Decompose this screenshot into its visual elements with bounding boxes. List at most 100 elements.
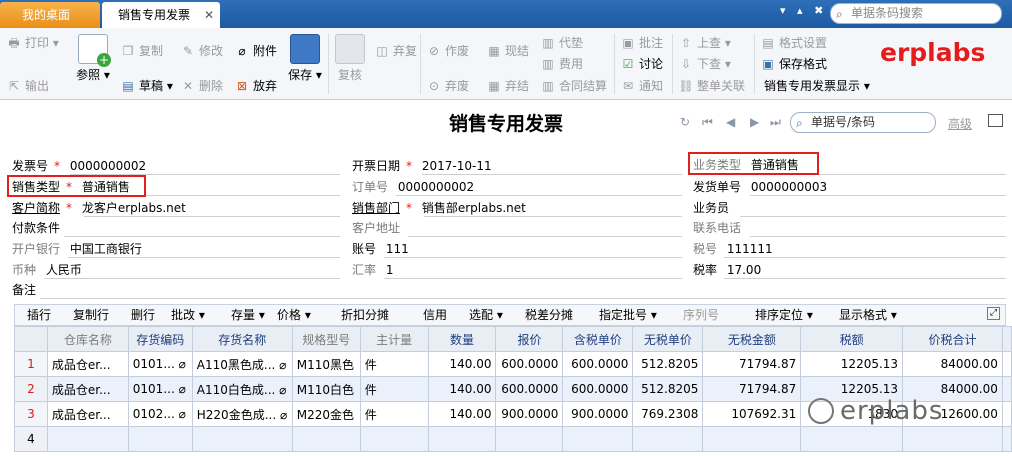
column-header[interactable]: 规格型号 — [291, 326, 361, 352]
customer-address-field[interactable]: 客户地址 — [352, 218, 410, 238]
cell-empty[interactable] — [427, 426, 497, 452]
tax-diff-allocate-button[interactable]: 税差分摊 — [525, 305, 573, 325]
table-row[interactable]: 1 成品仓er... 0101... ⌀ A110黑色成... ⌀ M110黑色… — [14, 351, 1012, 377]
cell-unit[interactable]: 件 — [359, 401, 429, 427]
cell-quantity[interactable]: 140.00 — [427, 401, 497, 427]
document-search-input[interactable]: ⌕ 单据号/条码 — [790, 112, 936, 133]
minimize-icon[interactable]: ▴ — [797, 4, 803, 17]
remark-field[interactable]: 备注 — [12, 280, 46, 300]
cell-tax-price[interactable]: 900.0000 — [562, 401, 634, 427]
cell-tax-price[interactable]: 600.0000 — [562, 351, 634, 377]
annotate-button[interactable]: ▣ 批注 — [620, 33, 663, 53]
query-down-button[interactable]: ⇩ 下查 ▾ — [678, 54, 731, 74]
close-icon[interactable]: ✕ — [204, 2, 214, 28]
cell-quote[interactable]: 600.0000 — [495, 351, 564, 377]
cell-empty[interactable] — [495, 426, 564, 452]
payment-terms-field[interactable]: 付款条件 — [12, 218, 70, 238]
paperclip-icon[interactable]: ⌀ — [179, 357, 186, 371]
barcode-search-input[interactable]: ⌕ 单据条码搜索 — [830, 3, 1002, 24]
cell-warehouse[interactable]: 成品仓er... — [46, 376, 129, 402]
close-window-icon[interactable]: ✖ — [814, 4, 823, 17]
paperclip-icon[interactable]: ⌀ — [279, 383, 286, 397]
cell-amount[interactable]: 107692.31 — [702, 401, 802, 427]
customer-field[interactable]: 客户简称 * 龙客户erplabs.net — [12, 198, 186, 218]
paperclip-icon[interactable]: ⌀ — [280, 408, 287, 422]
tax-rate-field[interactable]: 税率 17.00 — [693, 260, 761, 280]
refer-button[interactable]: + 参照 ▾ — [76, 34, 111, 83]
column-header[interactable]: 存货编码 — [127, 326, 193, 352]
table-row[interactable]: 4 — [14, 426, 1012, 452]
cell-item-name[interactable]: H220金色成... ⌀ — [191, 401, 293, 427]
cell-empty[interactable] — [702, 426, 802, 452]
insert-row-button[interactable]: 插行 — [27, 305, 51, 325]
cell-empty[interactable] — [562, 426, 634, 452]
ship-no-field[interactable]: 发货单号 0000000003 — [693, 177, 827, 197]
cell-amount[interactable]: 71794.87 — [702, 376, 802, 402]
tab-my-desktop[interactable]: 我的桌面 — [0, 2, 100, 28]
modify-button[interactable]: ✎ 修改 — [180, 41, 223, 61]
notify-button[interactable]: ✉ 通知 — [620, 76, 663, 96]
cell-quote[interactable]: 600.0000 — [495, 376, 564, 402]
cell-spec[interactable]: M110白色 — [291, 376, 361, 402]
first-record-icon[interactable]: ⏮ — [702, 115, 713, 130]
cell-tax-price[interactable]: 600.0000 — [562, 376, 634, 402]
configure-button[interactable]: 选配 ▾ — [469, 305, 503, 325]
serial-no-button[interactable]: 序列号 — [683, 305, 719, 325]
discount-allocate-button[interactable]: 折扣分摊 — [341, 305, 389, 325]
paperclip-icon[interactable]: ⌀ — [179, 382, 186, 396]
column-header[interactable]: 存货名称 — [191, 326, 293, 352]
expand-icon[interactable]: ⤢ — [987, 307, 1000, 320]
cell-empty[interactable] — [46, 426, 129, 452]
save-format-button[interactable]: ▣ 保存格式 — [760, 54, 827, 74]
column-header[interactable]: 数量 — [427, 326, 497, 352]
column-header[interactable]: 无税单价 — [632, 326, 704, 352]
credit-button[interactable]: 信用 — [423, 305, 447, 325]
cell-quote[interactable]: 900.0000 — [495, 401, 564, 427]
copy-row-button[interactable]: 复制行 — [73, 305, 109, 325]
cell-spec[interactable]: M220金色 — [291, 401, 361, 427]
advance-button[interactable]: ▥ 代垫 — [540, 33, 583, 53]
cell-empty[interactable] — [359, 426, 429, 452]
menu-icon[interactable]: ▾ — [780, 4, 786, 17]
copy-button[interactable]: ❐ 复制 — [120, 41, 163, 61]
cell-item-code[interactable]: 0101... ⌀ — [127, 351, 193, 377]
last-record-icon[interactable]: ⏭ — [770, 115, 781, 130]
phone-field[interactable]: 联系电话 — [693, 218, 751, 238]
sales-dept-field[interactable]: 销售部门 * 销售部erplabs.net — [352, 198, 526, 218]
column-header[interactable]: 价税合计 — [902, 326, 1003, 352]
account-field[interactable]: 账号 111 — [352, 239, 409, 259]
cell-empty[interactable] — [127, 426, 193, 452]
delete-row-button[interactable]: 删行 — [131, 305, 155, 325]
contract-settle-button[interactable]: ▥ 合同结算 — [540, 76, 607, 96]
column-header[interactable]: 仓库名称 — [46, 326, 129, 352]
advanced-search-link[interactable]: 高级 — [948, 115, 972, 132]
cell-item-name[interactable]: A110黑色成... ⌀ — [191, 351, 293, 377]
unvoid-button[interactable]: ⊙ 弃废 — [426, 76, 469, 96]
refresh-icon[interactable]: ↻ — [680, 115, 690, 129]
tab-sales-invoice[interactable]: 销售专用发票 ✕ — [102, 2, 220, 28]
next-record-icon[interactable]: ▶ — [750, 115, 759, 129]
invoice-no-field[interactable]: 发票号 * 0000000002 — [12, 156, 146, 176]
discuss-button[interactable]: ☑ 讨论 — [620, 54, 663, 74]
cell-unit[interactable]: 件 — [359, 351, 429, 377]
cell-total[interactable]: 84000.00 — [902, 351, 1003, 377]
cell-quantity[interactable]: 140.00 — [427, 376, 497, 402]
cell-empty[interactable] — [902, 426, 1003, 452]
cell-tax[interactable]: 12205.13 — [800, 351, 904, 377]
column-header[interactable]: 税额 — [800, 326, 904, 352]
cell-empty[interactable] — [291, 426, 361, 452]
cell-quantity[interactable]: 140.00 — [427, 351, 497, 377]
currency-field[interactable]: 币种 人民币 — [12, 260, 82, 280]
related-docs-button[interactable]: ⛓ 整单关联 — [678, 76, 745, 96]
draft-button[interactable]: ▤ 草稿 ▾ — [120, 76, 173, 96]
stock-button[interactable]: 存量 ▾ — [231, 305, 265, 325]
cell-warehouse[interactable]: 成品仓er... — [46, 351, 129, 377]
fee-button[interactable]: ▥ 费用 — [540, 54, 583, 74]
display-format-select[interactable]: 销售专用发票显示 ▾ — [764, 76, 870, 96]
query-up-button[interactable]: ⇧ 上查 ▾ — [678, 33, 731, 53]
cell-unit[interactable]: 件 — [359, 376, 429, 402]
review-button[interactable]: 复核 — [334, 34, 366, 83]
cell-price[interactable]: 512.8205 — [632, 351, 704, 377]
attachment-button[interactable]: ⌀ 附件 — [234, 41, 277, 61]
cell-amount[interactable]: 71794.87 — [702, 351, 802, 377]
